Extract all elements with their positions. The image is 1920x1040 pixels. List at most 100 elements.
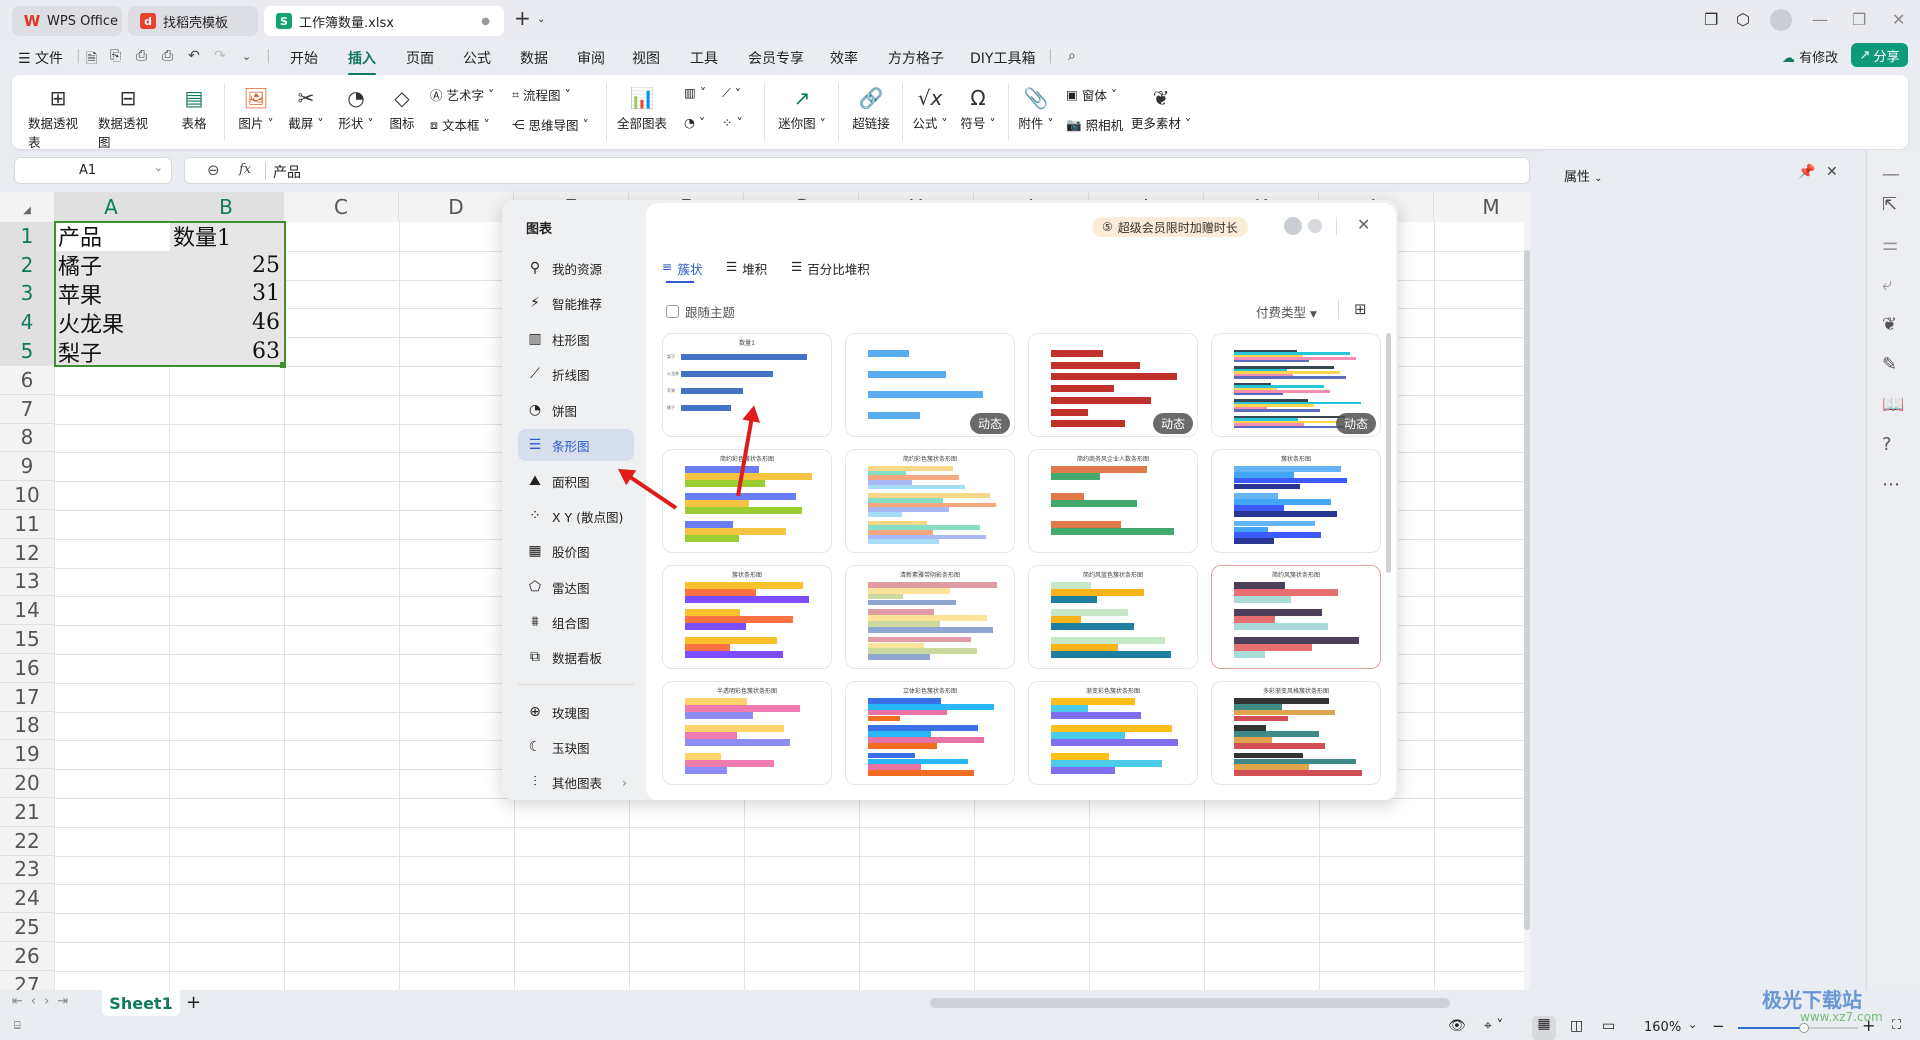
column-header-A[interactable]: A: [54, 192, 169, 222]
formula-bar[interactable]: ⊖ fx 产品: [184, 157, 1530, 184]
undo-icon[interactable]: ↶: [188, 48, 200, 64]
row-header-22[interactable]: 22: [0, 826, 54, 856]
nav-stock-chart[interactable]: ▦ 股价图: [518, 535, 634, 567]
scatter-chart-dropdown[interactable]: ⁘ ˅: [722, 115, 743, 130]
chart-template-card[interactable]: 数量1 梨子 火龙果 苹果 橘子: [662, 333, 832, 437]
tab-docer[interactable]: d 找稻壳模板: [128, 6, 258, 36]
chart-template-card[interactable]: 简约风蓝色簇状条形图: [1028, 565, 1198, 669]
chart-template-card[interactable]: 简约风簇状条形图: [1211, 565, 1381, 669]
row-header-1[interactable]: 1: [0, 222, 54, 251]
fx-icon[interactable]: fx: [239, 162, 251, 177]
chart-template-card[interactable]: 简约彩色簇状条形图: [662, 449, 832, 553]
minimize-button[interactable]: —: [1812, 10, 1828, 29]
menu-ffcell[interactable]: 方方格子: [888, 48, 944, 68]
menu-tools[interactable]: 工具: [690, 48, 718, 68]
template-scrollbar[interactable]: [1386, 333, 1391, 573]
close-window-button[interactable]: ✕: [1892, 10, 1905, 29]
all-charts-button[interactable]: 📊 全部图表: [610, 83, 674, 132]
add-sheet-button[interactable]: +: [186, 992, 201, 1013]
print-preview-icon[interactable]: ⎙: [162, 48, 173, 64]
more-material-button[interactable]: ❦ 更多素材 ˅: [1128, 83, 1194, 132]
row-header-4[interactable]: 4: [0, 308, 54, 338]
redo-icon[interactable]: ↷: [214, 48, 226, 64]
zoom-formula-icon[interactable]: ⊖: [207, 161, 220, 179]
symbol-button[interactable]: Ω 符号 ˅: [956, 83, 1000, 132]
nav-line-chart[interactable]: ⟋ 折线图: [518, 358, 634, 390]
nav-column-chart[interactable]: ▥ 柱形图: [518, 323, 634, 355]
page-layout-view-icon[interactable]: ▭: [1602, 1018, 1615, 1034]
restore-button[interactable]: ❐: [1852, 10, 1866, 29]
pivot-chart-button[interactable]: ⊟ 数据透视图: [98, 83, 158, 151]
row-header-20[interactable]: 20: [0, 769, 54, 798]
row-header-2[interactable]: 2: [0, 250, 54, 280]
row-header-17[interactable]: 17: [0, 682, 54, 712]
column-header-C[interactable]: C: [284, 192, 399, 222]
nav-bar-chart[interactable]: ☰ 条形图: [518, 429, 634, 461]
more-icon[interactable]: ⋯: [1882, 474, 1900, 495]
menu-efficiency[interactable]: 效率: [830, 48, 858, 68]
row-header-21[interactable]: 21: [0, 798, 54, 827]
properties-title[interactable]: 属性 ⌄: [1564, 166, 1603, 185]
sparkline-button[interactable]: ↗ 迷你图 ˅: [774, 83, 830, 132]
focus-mode-icon[interactable]: ⌖ ˅: [1484, 1018, 1503, 1034]
chart-template-card[interactable]: 简约商务风企业人数条形图: [1028, 449, 1198, 553]
vertical-scrollbar[interactable]: [1524, 222, 1530, 990]
menu-review[interactable]: 审阅: [577, 48, 605, 68]
modified-status[interactable]: ☁ 有修改: [1782, 47, 1838, 66]
name-box[interactable]: A1 ⌄: [14, 157, 172, 184]
row-header-13[interactable]: 13: [0, 567, 54, 597]
menu-view[interactable]: 视图: [632, 48, 660, 68]
row-header-3[interactable]: 3: [0, 279, 54, 309]
cube-icon[interactable]: ⬡: [1736, 10, 1750, 29]
row-header-12[interactable]: 12: [0, 538, 54, 568]
menu-member[interactable]: 会员专享: [748, 48, 804, 68]
menu-insert[interactable]: 插入: [348, 48, 376, 76]
chart-template-card[interactable]: 简约彩色簇状条形图: [845, 449, 1015, 553]
nav-person[interactable]: ⚲ 我的资源: [518, 252, 634, 284]
zoom-slider-knob[interactable]: [1799, 1023, 1809, 1033]
subtab-stacked[interactable]: ☰ 堆积: [726, 259, 767, 278]
transform-icon[interactable]: ⤶: [1882, 274, 1892, 295]
nav-scatter-chart[interactable]: ⁘ X Y (散点图): [518, 500, 634, 532]
page-break-view-icon[interactable]: ◫: [1570, 1018, 1583, 1034]
book-search-icon[interactable]: 📖: [1882, 394, 1904, 415]
export-icon[interactable]: ⎘: [110, 48, 121, 64]
row-header-24[interactable]: 24: [0, 884, 54, 914]
share-button[interactable]: ↗ 分享: [1851, 43, 1908, 67]
dialog-close-button[interactable]: ✕: [1357, 215, 1370, 234]
flowchart-button[interactable]: ⌗ 流程图 ˅: [512, 85, 571, 104]
select-cursor-icon[interactable]: ⇱: [1882, 194, 1897, 215]
row-header-26[interactable]: 26: [0, 942, 54, 971]
textbox-button[interactable]: ⧈ 文本框 ˅: [430, 115, 490, 134]
material-icon[interactable]: ❦: [1882, 314, 1897, 335]
user-avatar[interactable]: [1770, 9, 1792, 31]
table-button[interactable]: ▤ 表格: [176, 83, 212, 132]
help-icon[interactable]: ?: [1882, 434, 1892, 455]
chart-template-card[interactable]: 多彩渐变风格簇状条形图: [1211, 681, 1381, 785]
menu-data[interactable]: 数据: [520, 48, 548, 68]
tab-list-chevron-icon[interactable]: ⌄: [537, 14, 545, 25]
row-header-23[interactable]: 23: [0, 855, 54, 885]
nav-combo-chart[interactable]: ⩩ 组合图: [518, 606, 634, 638]
chart-template-card[interactable]: 半透明彩色簇状条形图: [662, 681, 832, 785]
row-header-8[interactable]: 8: [0, 423, 54, 453]
attachment-button[interactable]: 📎 附件 ˅: [1014, 83, 1058, 132]
nav-radar-chart[interactable]: ⬠ 雷达图: [518, 571, 634, 603]
wordart-button[interactable]: Ⓐ 艺术字 ˅: [430, 85, 494, 104]
row-header-15[interactable]: 15: [0, 625, 54, 654]
row-header-14[interactable]: 14: [0, 596, 54, 626]
row-header-6[interactable]: 6: [0, 366, 54, 395]
subtab-clustered[interactable]: ≡ 簇状: [662, 259, 703, 278]
form-button[interactable]: ▣ 窗体 ˅: [1066, 85, 1117, 104]
chart-template-card[interactable]: 簇状条形图: [662, 565, 832, 669]
formula-button[interactable]: √x 公式 ˅: [908, 83, 952, 132]
menu-diy-toolbox[interactable]: DIY工具箱: [970, 48, 1035, 68]
row-header-5[interactable]: 5: [0, 337, 54, 366]
horizontal-scrollbar[interactable]: [930, 998, 1450, 1008]
dialog-avatar[interactable]: [1284, 217, 1302, 235]
nav-other-charts[interactable]: ⫶ 其他图表 ›: [518, 766, 634, 798]
formula-content[interactable]: 产品: [273, 162, 301, 182]
shapes-button[interactable]: ◔ 形状 ˅: [334, 83, 378, 132]
nav-smart-recommend[interactable]: ⚡ 智能推荐: [518, 287, 634, 319]
tab-workbook[interactable]: S 工作簿数量.xlsx ●: [264, 6, 504, 36]
